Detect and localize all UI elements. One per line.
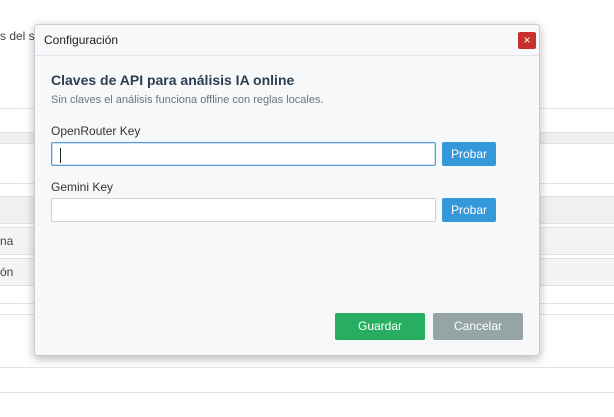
cancel-button[interactable]: Cancelar: [433, 313, 523, 340]
test-gemini-button[interactable]: Probar: [442, 198, 496, 222]
dialog-title: Configuración: [44, 33, 119, 47]
gemini-key-input[interactable]: [51, 198, 436, 222]
close-icon: ×: [523, 33, 531, 47]
openrouter-key-label: OpenRouter Key: [51, 124, 141, 138]
close-button[interactable]: ×: [518, 32, 536, 49]
background-row-label: ón: [0, 265, 14, 279]
background-divider: [0, 367, 614, 368]
text-cursor: [60, 148, 61, 163]
gemini-key-label: Gemini Key: [51, 180, 114, 194]
test-openrouter-button[interactable]: Probar: [442, 142, 496, 166]
background-divider: [0, 392, 614, 393]
section-heading: Claves de API para análisis IA online: [51, 72, 295, 88]
dialog-titlebar[interactable]: Configuración ×: [35, 25, 539, 56]
section-description: Sin claves el análisis funciona offline …: [51, 94, 324, 106]
save-button[interactable]: Guardar: [335, 313, 425, 340]
settings-dialog: Configuración × Claves de API para análi…: [34, 24, 540, 356]
openrouter-key-input[interactable]: [51, 142, 436, 166]
background-row-label: na: [0, 234, 14, 248]
